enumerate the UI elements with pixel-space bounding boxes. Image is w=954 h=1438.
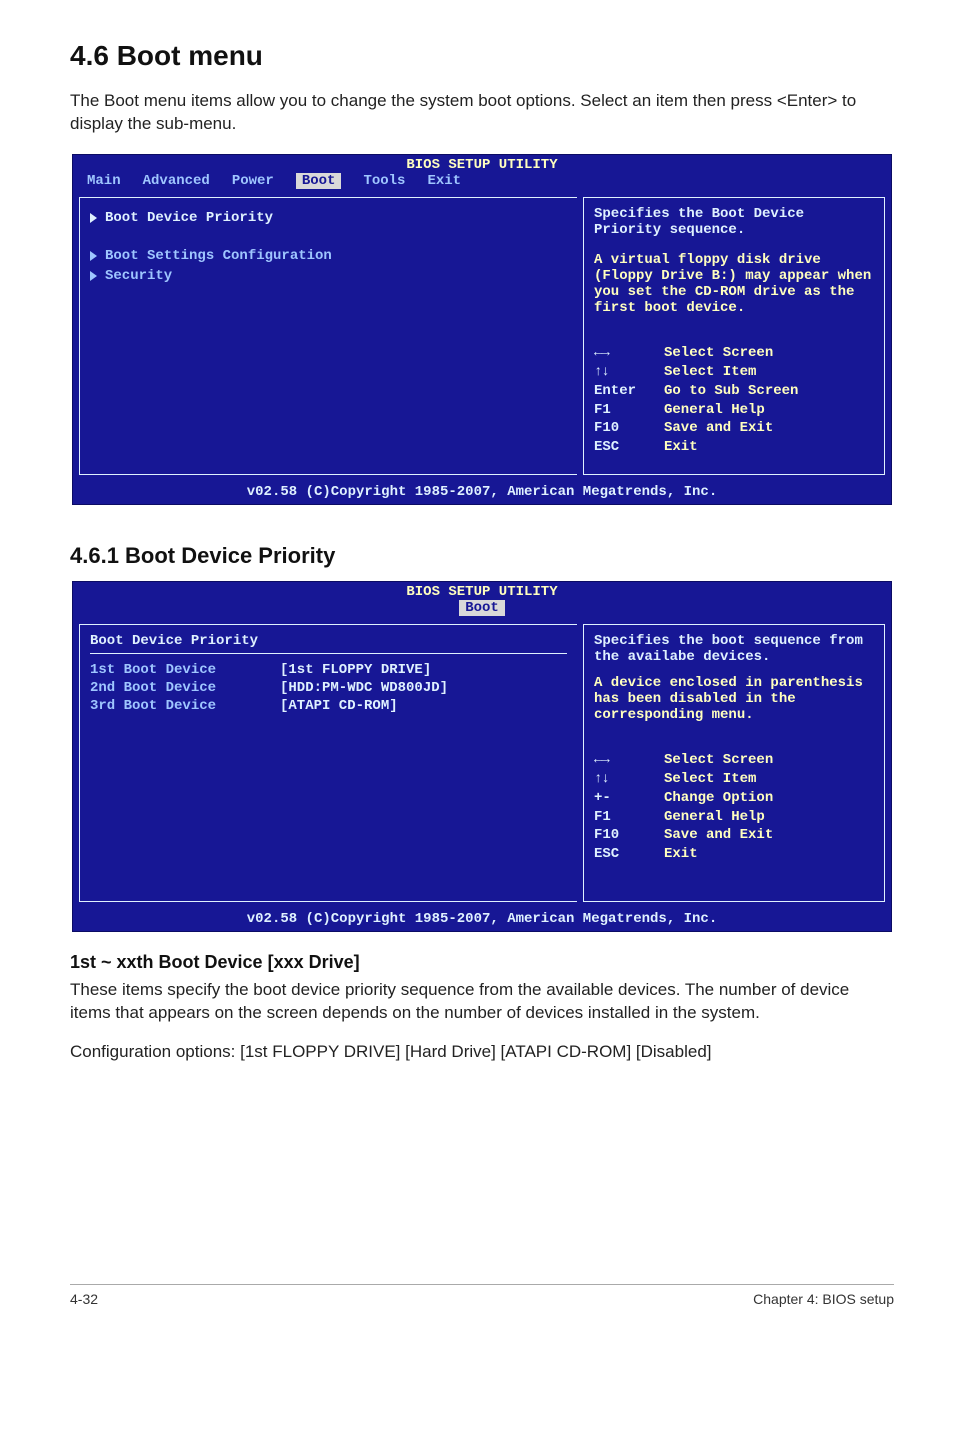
help-text-2: A device enclosed in parenthesis has bee… — [594, 675, 874, 723]
bios2-footer: v02.58 (C)Copyright 1985-2007, American … — [73, 908, 891, 931]
up-down-icon: ↑↓ — [594, 363, 654, 382]
help-key-esc: ESC — [594, 845, 654, 864]
row-key: 2nd Boot Device — [90, 680, 280, 696]
row-val: [1st FLOPPY DRIVE] — [280, 662, 431, 678]
tab-boot-only[interactable]: Boot — [459, 600, 505, 616]
row-key: 3rd Boot Device — [90, 698, 280, 714]
menu-boot-settings-configuration[interactable]: Boot Settings Configuration — [90, 248, 567, 264]
bios2-help-keys: ←→ Select Screen ↑↓ Select Item +- Chang… — [594, 751, 874, 864]
bios2-right-pane: Specifies the boot sequence from the ava… — [583, 624, 885, 902]
triangle-icon — [90, 251, 97, 261]
help-key-f1: F1 — [594, 808, 654, 827]
triangle-icon — [90, 271, 97, 281]
help-lbl-f10: Save and Exit — [664, 419, 773, 438]
bios1-help-keys: ←→ Select Screen ↑↓ Select Item Enter Go… — [594, 344, 874, 457]
boot-device-row-3[interactable]: 3rd Boot Device [ATAPI CD-ROM] — [90, 698, 567, 714]
page-number: 4-32 — [70, 1291, 98, 1307]
boot-device-row-1[interactable]: 1st Boot Device [1st FLOPPY DRIVE] — [90, 662, 567, 678]
help-key-esc: ESC — [594, 438, 654, 457]
help-key-enter: Enter — [594, 382, 654, 401]
bios-panel-2: BIOS SETUP UTILITY Boot Boot Device Prio… — [70, 579, 894, 934]
help-select-screen: Select Screen — [664, 344, 773, 363]
row-val: [ATAPI CD-ROM] — [280, 698, 398, 714]
footer-rule — [70, 1284, 894, 1285]
subsection-461-heading: 4.6.1 Boot Device Priority — [70, 543, 894, 569]
help-key-f10: F10 — [594, 826, 654, 845]
chapter-label: Chapter 4: BIOS setup — [753, 1291, 894, 1307]
section-intro: The Boot menu items allow you to change … — [70, 90, 894, 136]
tab-power[interactable]: Power — [232, 173, 274, 189]
left-right-icon: ←→ — [594, 751, 654, 770]
bios2-left-heading: Boot Device Priority — [90, 633, 567, 654]
help-lbl-enter: Go to Sub Screen — [664, 382, 798, 401]
bios1-right-pane: Specifies the Boot Device Priority seque… — [583, 197, 885, 475]
menu-boot-device-priority[interactable]: Boot Device Priority — [90, 210, 567, 226]
left-right-icon: ←→ — [594, 344, 654, 363]
up-down-icon: ↑↓ — [594, 770, 654, 789]
help-key-f10: F10 — [594, 419, 654, 438]
tab-advanced[interactable]: Advanced — [143, 173, 210, 189]
help-lbl-plusminus: Change Option — [664, 789, 773, 808]
bios1-footer: v02.58 (C)Copyright 1985-2007, American … — [73, 481, 891, 504]
subitem-p2: Configuration options: [1st FLOPPY DRIVE… — [70, 1041, 894, 1064]
tab-exit[interactable]: Exit — [427, 173, 461, 189]
help-lbl-esc: Exit — [664, 845, 698, 864]
boot-device-row-2[interactable]: 2nd Boot Device [HDD:PM-WDC WD800JD] — [90, 680, 567, 696]
help-select-item: Select Item — [664, 770, 756, 789]
tab-boot[interactable]: Boot — [296, 173, 342, 189]
help-select-item: Select Item — [664, 363, 756, 382]
menu-label: Boot Device Priority — [105, 210, 273, 226]
subitem-p1: These items specify the boot device prio… — [70, 979, 894, 1025]
triangle-icon — [90, 213, 97, 223]
tab-main[interactable]: Main — [87, 173, 121, 189]
menu-label: Boot Settings Configuration — [105, 248, 332, 264]
help-text-2: A virtual floppy disk drive (Floppy Driv… — [594, 252, 874, 316]
tab-tools[interactable]: Tools — [363, 173, 405, 189]
row-key: 1st Boot Device — [90, 662, 280, 678]
bios1-left-pane: Boot Device Priority Boot Settings Confi… — [79, 197, 577, 475]
help-lbl-f1: General Help — [664, 401, 765, 420]
help-key-f1: F1 — [594, 401, 654, 420]
help-text-1: Specifies the boot sequence from the ava… — [594, 633, 874, 665]
section-title: 4.6 Boot menu — [70, 40, 894, 72]
bios1-title: BIOS SETUP UTILITY — [79, 157, 885, 173]
subitem-heading: 1st ~ xxth Boot Device [xxx Drive] — [70, 952, 894, 973]
help-lbl-esc: Exit — [664, 438, 698, 457]
help-lbl-f1: General Help — [664, 808, 765, 827]
bios2-left-pane: Boot Device Priority 1st Boot Device [1s… — [79, 624, 577, 902]
row-val: [HDD:PM-WDC WD800JD] — [280, 680, 448, 696]
help-select-screen: Select Screen — [664, 751, 773, 770]
bios2-title: BIOS SETUP UTILITY — [79, 584, 885, 600]
menu-security[interactable]: Security — [90, 268, 567, 284]
bios1-tabs: Main Advanced Power Boot Tools Exit — [79, 173, 885, 191]
help-key-plusminus: +- — [594, 789, 654, 808]
help-lbl-f10: Save and Exit — [664, 826, 773, 845]
bios-panel-1: BIOS SETUP UTILITY Main Advanced Power B… — [70, 152, 894, 507]
menu-label: Security — [105, 268, 172, 284]
help-text-1: Specifies the Boot Device Priority seque… — [594, 206, 874, 238]
